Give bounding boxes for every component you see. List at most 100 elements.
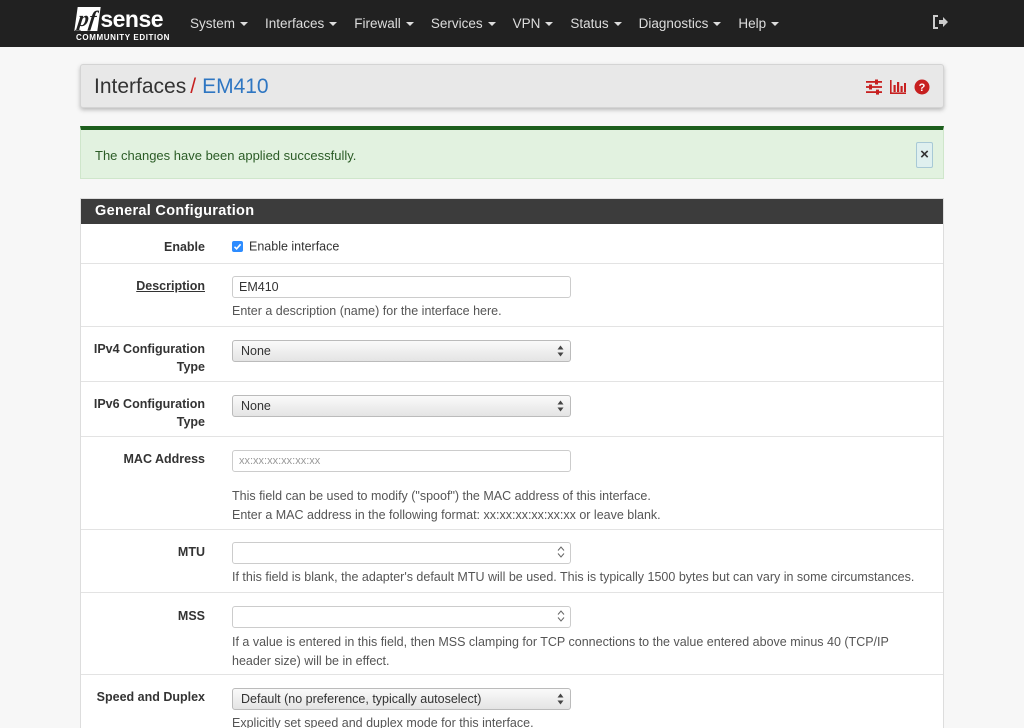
panel-title: General Configuration — [81, 199, 943, 224]
mss-help-line2: header size) will be in effect. — [232, 654, 390, 668]
mss-help-line1: If a value is entered in this field, the… — [232, 635, 889, 649]
ipv4-label-line2: Type — [176, 360, 205, 374]
mac-address-help-line2: Enter a MAC address in the following for… — [232, 508, 661, 522]
mss-control: If a value is entered in this field, the… — [232, 606, 889, 671]
menu-diagnostics-label: Diagnostics — [638, 16, 709, 31]
caret-down-icon — [329, 22, 338, 26]
menu-interfaces-label: Interfaces — [265, 16, 325, 31]
menu-firewall-label: Firewall — [354, 16, 401, 31]
mtu-control: If this field is blank, the adapter's de… — [232, 542, 914, 587]
mac-address-row: MAC Address This field can be used to mo… — [81, 437, 943, 530]
mtu-row: MTU If this field is blank, the adapter'… — [81, 530, 943, 593]
enable-checkbox-label: Enable interface — [249, 239, 340, 254]
mtu-label: MTU — [177, 545, 205, 559]
ipv4-config-value: None — [241, 344, 271, 358]
ipv4-config-select[interactable]: None — [232, 340, 571, 362]
ipv4-config-label: IPv4 Configuration Type — [94, 340, 205, 376]
description-input[interactable] — [232, 276, 571, 298]
description-row: Description Enter a description (name) f… — [81, 264, 943, 327]
caret-down-icon — [240, 22, 249, 26]
breadcrumb-section[interactable]: Interfaces — [94, 75, 186, 98]
ipv6-config-select[interactable]: None — [232, 395, 571, 417]
description-help: Enter a description (name) for the inter… — [232, 304, 502, 318]
ipv6-config-control: None — [232, 395, 571, 417]
mac-address-help-line1: This field can be used to modify ("spoof… — [232, 489, 651, 503]
breadcrumb: Interfaces / EM410 — [94, 75, 269, 99]
menu-vpn[interactable]: VPN — [513, 16, 554, 31]
success-alert: The changes have been applied successful… — [80, 126, 944, 179]
speed-duplex-row: Speed and Duplex Default (no preference,… — [81, 675, 943, 728]
main-menu: System Interfaces Firewall Services VPN … — [190, 0, 796, 47]
description-label: Description — [136, 279, 205, 293]
speed-duplex-select[interactable]: Default (no preference, typically autose… — [232, 688, 571, 710]
menu-status[interactable]: Status — [570, 16, 622, 31]
number-spinner-icon[interactable] — [557, 545, 565, 559]
alert-message: The changes have been applied successful… — [95, 148, 357, 163]
menu-interfaces[interactable]: Interfaces — [265, 16, 338, 31]
caret-down-icon — [405, 22, 414, 26]
menu-firewall[interactable]: Firewall — [354, 16, 414, 31]
mtu-help: If this field is blank, the adapter's de… — [232, 570, 915, 584]
mac-address-input[interactable] — [232, 450, 571, 472]
ipv4-label-line1: IPv4 Configuration — [93, 342, 205, 356]
speed-duplex-label: Speed and Duplex — [96, 690, 205, 704]
speed-duplex-value: Default (no preference, typically autose… — [241, 692, 482, 706]
ipv6-config-label: IPv6 Configuration Type — [94, 395, 205, 431]
caret-down-icon — [613, 22, 622, 26]
mac-address-control: This field can be used to modify ("spoof… — [232, 450, 661, 525]
select-arrows-icon — [557, 400, 564, 412]
logo-pf: pf — [74, 6, 102, 31]
menu-help[interactable]: Help — [738, 16, 780, 31]
mss-input[interactable] — [232, 606, 571, 628]
caret-down-icon — [487, 22, 496, 26]
caret-down-icon — [545, 22, 554, 26]
mtu-input-wrapper — [232, 542, 571, 564]
menu-services-label: Services — [430, 16, 483, 31]
menu-services[interactable]: Services — [431, 16, 496, 31]
menu-vpn-label: VPN — [512, 16, 541, 31]
ipv6-label-line1: IPv6 Configuration — [93, 397, 205, 411]
enable-label: Enable — [164, 240, 205, 254]
mss-input-wrapper — [232, 606, 571, 628]
check-icon — [233, 243, 242, 251]
enable-checkbox[interactable] — [232, 241, 243, 253]
close-alert-button[interactable]: × — [916, 142, 933, 168]
mss-label: MSS — [177, 609, 205, 623]
menu-status-label: Status — [570, 16, 609, 31]
sliders-icon[interactable] — [865, 78, 883, 96]
ipv6-config-row: IPv6 Configuration Type None — [81, 382, 943, 437]
ipv4-config-control: None — [232, 340, 571, 362]
mtu-input[interactable] — [232, 542, 571, 564]
mss-row: MSS If a value is entered in this field,… — [81, 593, 943, 675]
speed-duplex-control: Default (no preference, typically autose… — [232, 688, 571, 728]
header-icons: ? — [859, 78, 931, 96]
caret-down-icon — [713, 22, 722, 26]
pfsense-logo[interactable]: pf sense COMMUNITY EDITION — [74, 4, 176, 44]
top-navbar: pf sense COMMUNITY EDITION System Interf… — [0, 0, 1024, 47]
breadcrumb-separator: / — [190, 75, 197, 98]
logo-wordmark: pf sense — [74, 6, 164, 32]
general-configuration-panel: General Configuration Enable Enable inte… — [80, 198, 944, 728]
select-arrows-icon — [557, 693, 564, 705]
sign-out-icon[interactable] — [931, 13, 949, 31]
breadcrumb-page[interactable]: EM410 — [202, 75, 269, 98]
menu-diagnostics[interactable]: Diagnostics — [639, 16, 722, 31]
edition-label: COMMUNITY EDITION — [76, 33, 171, 42]
menu-system[interactable]: System — [190, 16, 249, 31]
menu-system-label: System — [190, 16, 236, 31]
svg-text:?: ? — [919, 82, 926, 94]
number-spinner-icon[interactable] — [557, 609, 565, 623]
page-header: Interfaces / EM410 ? — [80, 64, 944, 108]
enable-control: Enable interface — [232, 238, 339, 254]
ipv4-config-row: IPv4 Configuration Type None — [81, 327, 943, 382]
select-arrows-icon — [557, 345, 564, 357]
description-control: Enter a description (name) for the inter… — [232, 276, 571, 321]
logo-sense: sense — [100, 6, 164, 32]
bar-chart-icon[interactable] — [889, 78, 907, 96]
speed-duplex-help: Explicitly set speed and duplex mode for… — [232, 716, 534, 728]
enable-row: Enable Enable interface — [81, 224, 943, 264]
menu-help-label: Help — [738, 16, 767, 31]
question-circle-icon[interactable]: ? — [913, 78, 931, 96]
caret-down-icon — [771, 22, 780, 26]
ipv6-config-value: None — [241, 399, 271, 413]
